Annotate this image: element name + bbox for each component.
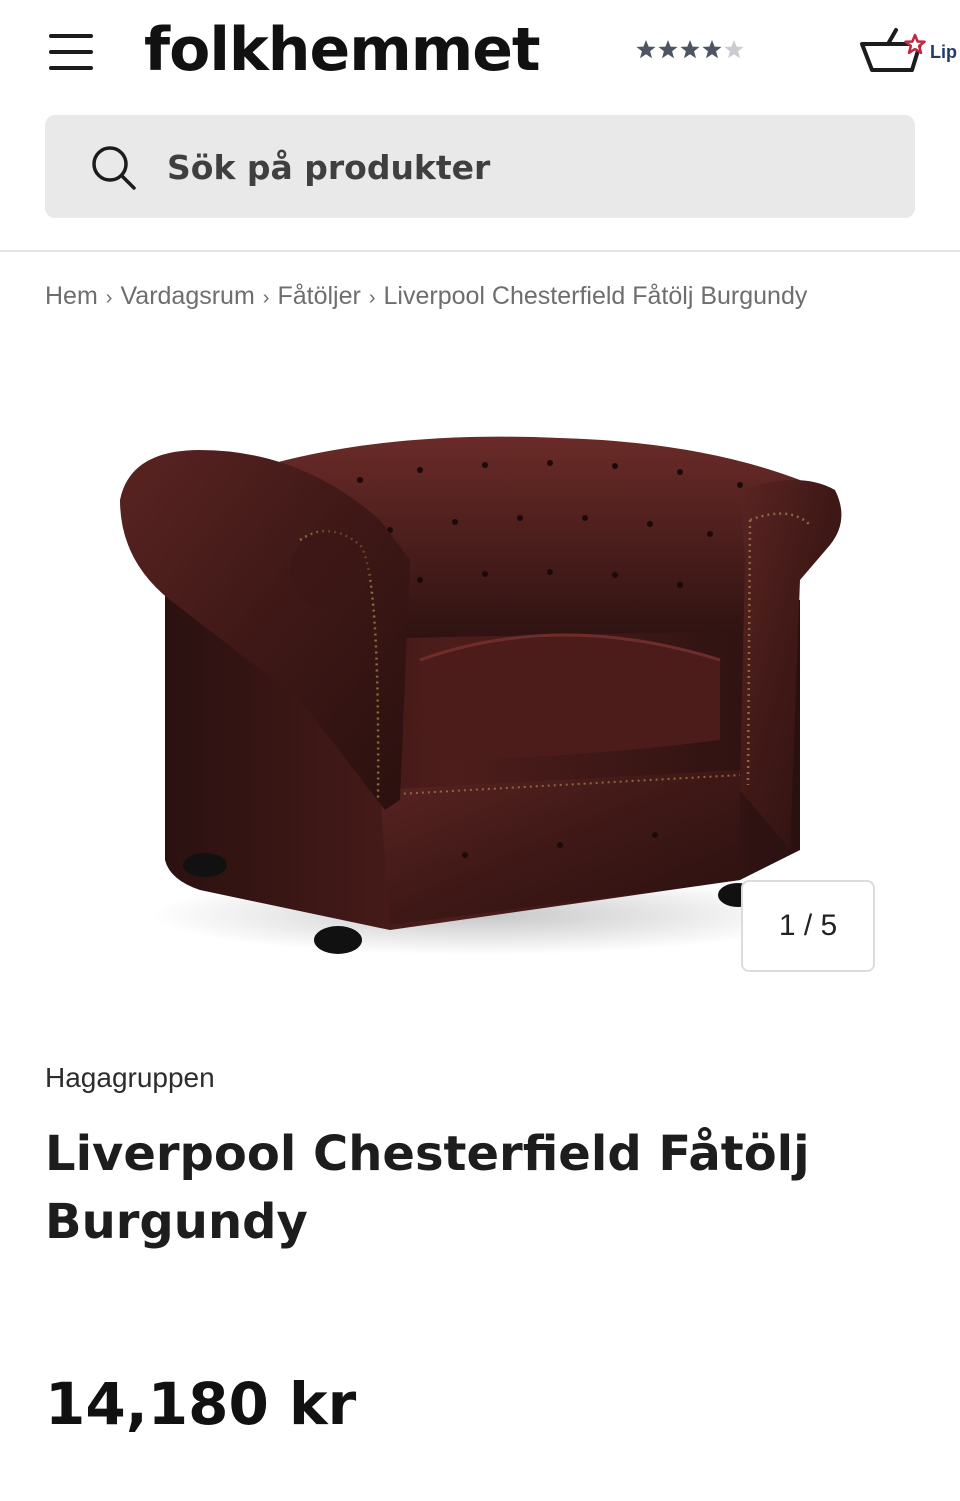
menu-icon-line (49, 66, 93, 70)
cart-icon (860, 28, 926, 72)
breadcrumb-separator: › (262, 287, 270, 309)
breadcrumb-item-hem[interactable]: Hem (45, 282, 98, 310)
product-price: 14,180 kr (45, 1370, 357, 1438)
cart-label: Lip (930, 42, 957, 62)
breadcrumb-separator: › (368, 287, 376, 309)
site-logo[interactable]: folkhemmet (144, 10, 541, 90)
breadcrumb-item-fatoljer[interactable]: Fåtöljer (277, 282, 360, 310)
rating-stars-icon[interactable] (636, 36, 748, 62)
menu-icon-line (49, 50, 93, 54)
site-header: folkhemmet Lip (0, 0, 960, 252)
product-title: Liverpool Chesterfield Fåtölj Burgundy (45, 1126, 810, 1250)
menu-icon-line (49, 34, 93, 38)
breadcrumb-separator: › (105, 287, 113, 309)
search-bar[interactable] (45, 115, 915, 218)
search-input[interactable] (167, 143, 867, 191)
product-brand[interactable]: Hagagruppen (45, 1062, 215, 1094)
gallery-counter: 1 / 5 (741, 880, 875, 972)
search-icon[interactable] (89, 143, 139, 193)
breadcrumb-item-vardagsrum[interactable]: Vardagsrum (120, 282, 254, 310)
breadcrumb: Hem › Vardagsrum › Fåtöljer › Liverpool Cheste… (45, 282, 807, 311)
cart-button[interactable]: Lip (858, 22, 960, 82)
breadcrumb-item-current: Liverpool Chesterfield Fåtölj Burgundy (383, 282, 808, 310)
hamburger-menu-button[interactable] (46, 30, 98, 74)
